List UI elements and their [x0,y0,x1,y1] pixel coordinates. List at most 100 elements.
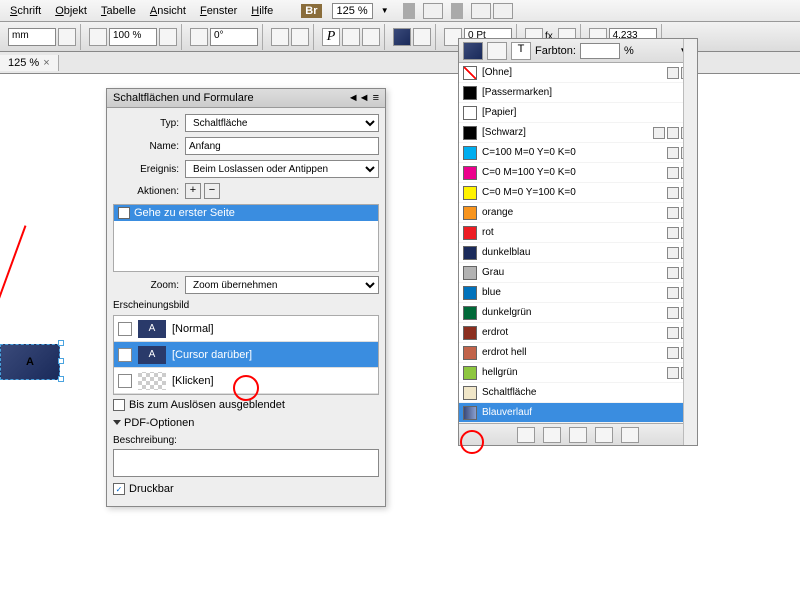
menubar: SSchriftchrift Objekt Tabelle Ansicht Fe… [0,0,800,22]
printable-check[interactable]: ✓ [113,483,125,495]
delete-swatch-icon[interactable] [595,427,613,443]
rotate[interactable]: 0° [210,28,258,46]
link2-icon[interactable] [159,28,177,46]
p-icon[interactable]: P [322,28,340,46]
swatch-chip [463,126,477,140]
swatch-chip [463,326,477,340]
swatch-chip [463,166,477,180]
new-swatch-icon[interactable] [517,427,535,443]
eye-icon[interactable] [118,348,132,362]
flip-v-icon[interactable] [291,28,309,46]
swatch-row[interactable]: C=0 M=0 Y=100 K=0 [459,183,697,203]
close-tab-icon[interactable]: × [43,57,49,69]
hide-check[interactable] [113,399,125,411]
swatch-name: Schaltfläche [482,387,688,398]
swatch-row[interactable]: orange [459,203,697,223]
handle[interactable] [58,358,64,364]
swatch-chip [463,286,477,300]
swatch-chip [463,86,477,100]
swatch-row[interactable]: rot [459,223,697,243]
bridge-icon[interactable]: Br [301,4,321,18]
name-label: Name: [113,141,185,152]
swatch-row[interactable]: Blauverlauf [459,403,697,423]
swatch-row[interactable]: hellgrün [459,363,697,383]
event-label: Ereignis: [113,164,185,175]
menu-fenster[interactable]: Fenster [194,3,243,19]
swatch-row[interactable]: Grau [459,263,697,283]
swatch-row[interactable]: blue [459,283,697,303]
type-select[interactable]: Schaltfläche [185,114,379,132]
swatch-row[interactable]: Schaltfläche [459,383,697,403]
swatch-name: [Schwarz] [482,127,648,138]
swatch-chip [463,346,477,360]
remove-action-icon[interactable]: − [204,183,220,199]
swatch-row[interactable]: dunkelgrün [459,303,697,323]
state-normal[interactable]: A[Normal] [114,316,378,342]
action-item[interactable]: ✓ Gehe zu erster Seite [114,205,378,221]
zoom-field[interactable]: 125 % [332,3,373,19]
scale-x[interactable]: 100 % [109,28,157,46]
p-icon [667,287,679,299]
menu-schrift[interactable]: SSchriftchrift [4,3,47,19]
text-fill-icon[interactable]: T [511,42,531,60]
screen-mode-icon[interactable] [423,3,443,19]
swatch-row[interactable]: dunkelblau [459,243,697,263]
swatch-row[interactable]: erdrot hell [459,343,697,363]
doc-tab[interactable]: 125 %× [0,55,59,71]
stroke-toggle-icon[interactable] [487,42,507,60]
eye-icon[interactable] [118,374,132,388]
flip-h-icon[interactable] [271,28,289,46]
panel-menu-icon[interactable]: ◄◄ ≡ [348,92,379,104]
event-select[interactable]: Beim Loslassen oder Antippen [185,160,379,178]
button-object[interactable]: A [0,344,60,380]
actions-list[interactable]: ✓ Gehe zu erster Seite [113,204,379,272]
swatch-chip [463,386,477,400]
fill-toggle-icon[interactable] [463,42,483,60]
scrollbar[interactable] [683,63,697,423]
swatch-row[interactable]: C=100 M=0 Y=0 K=0 [459,143,697,163]
link-icon[interactable] [58,28,76,46]
arrange-icon[interactable] [471,3,491,19]
new-gradient-icon[interactable] [543,427,561,443]
swatch-row[interactable]: erdrot [459,323,697,343]
misc-icon[interactable] [342,28,360,46]
swatch-row[interactable]: [Papier] [459,103,697,123]
action-check[interactable]: ✓ [118,207,130,219]
tint-input[interactable] [580,43,620,59]
x-field[interactable]: mm [8,28,56,46]
stroke-icon[interactable] [413,28,431,46]
states-list: A[Normal] A[Cursor darüber] [Klicken] [113,315,379,395]
name-input[interactable] [185,137,379,155]
trash-icon[interactable] [621,427,639,443]
p-icon [667,347,679,359]
swatch-row[interactable]: [Passermarken] [459,83,697,103]
swatch-row[interactable]: [Schwarz] [459,123,697,143]
fill-icon[interactable] [393,28,411,46]
menu-hilfe[interactable]: Hilfe [245,3,279,19]
swatch-name: C=0 M=0 Y=100 K=0 [482,187,662,198]
add-action-icon[interactable]: + [185,183,201,199]
action-text: Gehe zu erster Seite [134,207,235,219]
x-icon [667,67,679,79]
swatch-chip [463,246,477,260]
swatch-row[interactable]: C=0 M=100 Y=0 K=0 [459,163,697,183]
state-click[interactable]: [Klicken] [114,368,378,394]
misc2-icon[interactable] [362,28,380,46]
arrange2-icon[interactable] [493,3,513,19]
menu-ansicht[interactable]: Ansicht [144,3,192,19]
menu-tabelle[interactable]: Tabelle [95,3,142,19]
pdf-options-label[interactable]: PDF-Optionen [113,417,379,429]
swatch-name: [Ohne] [482,67,662,78]
menu-objekt[interactable]: Objekt [49,3,93,19]
eye-icon[interactable] [118,322,132,336]
swatch-name: orange [482,207,662,218]
swatches-list[interactable]: [Ohne] [Passermarken] [Papier] [Schwarz] C=1… [459,63,697,423]
new-color-icon[interactable] [569,427,587,443]
zoom-select[interactable]: Zoom übernehmen [185,276,379,294]
swatch-name: [Papier] [482,107,688,118]
swatch-row[interactable]: [Ohne] [459,63,697,83]
handle[interactable] [58,376,64,382]
handle[interactable] [58,340,64,346]
desc-input[interactable] [113,449,379,477]
state-hover[interactable]: A[Cursor darüber] [114,342,378,368]
